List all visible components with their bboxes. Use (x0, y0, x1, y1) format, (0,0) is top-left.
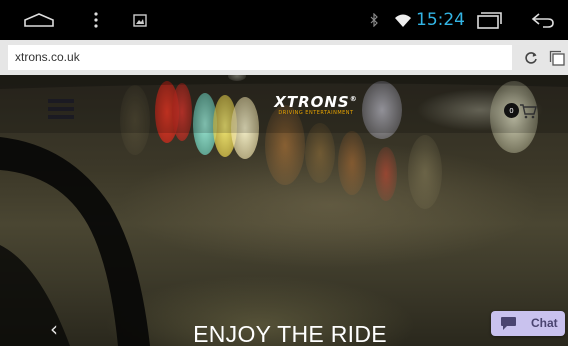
home-icon[interactable] (22, 0, 56, 40)
address-bar: xtrons.co.uk (0, 40, 568, 75)
status-bar: 15:24 (0, 0, 568, 40)
hero-title: ENJOY THE RIDE (193, 321, 387, 346)
status-clock: 15:24 (416, 10, 465, 30)
cart-count-badge: 0 (504, 103, 519, 118)
shopping-cart[interactable]: 0 (504, 103, 540, 121)
hamburger-menu-icon[interactable] (48, 99, 74, 119)
xtrons-logo[interactable]: XTRONS® DRIVING ENTERTAINMENT (268, 91, 364, 119)
overflow-menu-icon[interactable] (86, 0, 106, 40)
chat-button[interactable]: Chat (491, 311, 565, 336)
gallery-icon (128, 0, 152, 40)
wifi-icon (392, 0, 414, 40)
cart-icon (520, 104, 537, 119)
back-icon[interactable] (528, 0, 558, 40)
slider-prev-button[interactable]: ‹ (46, 319, 62, 339)
chat-bubble-icon (501, 317, 516, 330)
logo-wordmark: XTRONS® (274, 93, 358, 111)
chat-label: Chat (531, 316, 558, 330)
url-text: xtrons.co.uk (15, 50, 80, 64)
logo-tagline: DRIVING ENTERTAINMENT (278, 110, 354, 116)
bluetooth-icon (366, 0, 382, 40)
web-page: XTRONS® DRIVING ENTERTAINMENT 0 ‹ ENJOY … (0, 75, 568, 346)
reload-icon[interactable] (521, 48, 541, 68)
device-screen: 15:24 xtrons.co.uk XTRONS® DRIVING ENTER… (0, 0, 568, 346)
tabs-icon[interactable] (548, 48, 566, 68)
recent-apps-icon[interactable] (474, 0, 504, 40)
url-field[interactable]: xtrons.co.uk (8, 45, 512, 70)
